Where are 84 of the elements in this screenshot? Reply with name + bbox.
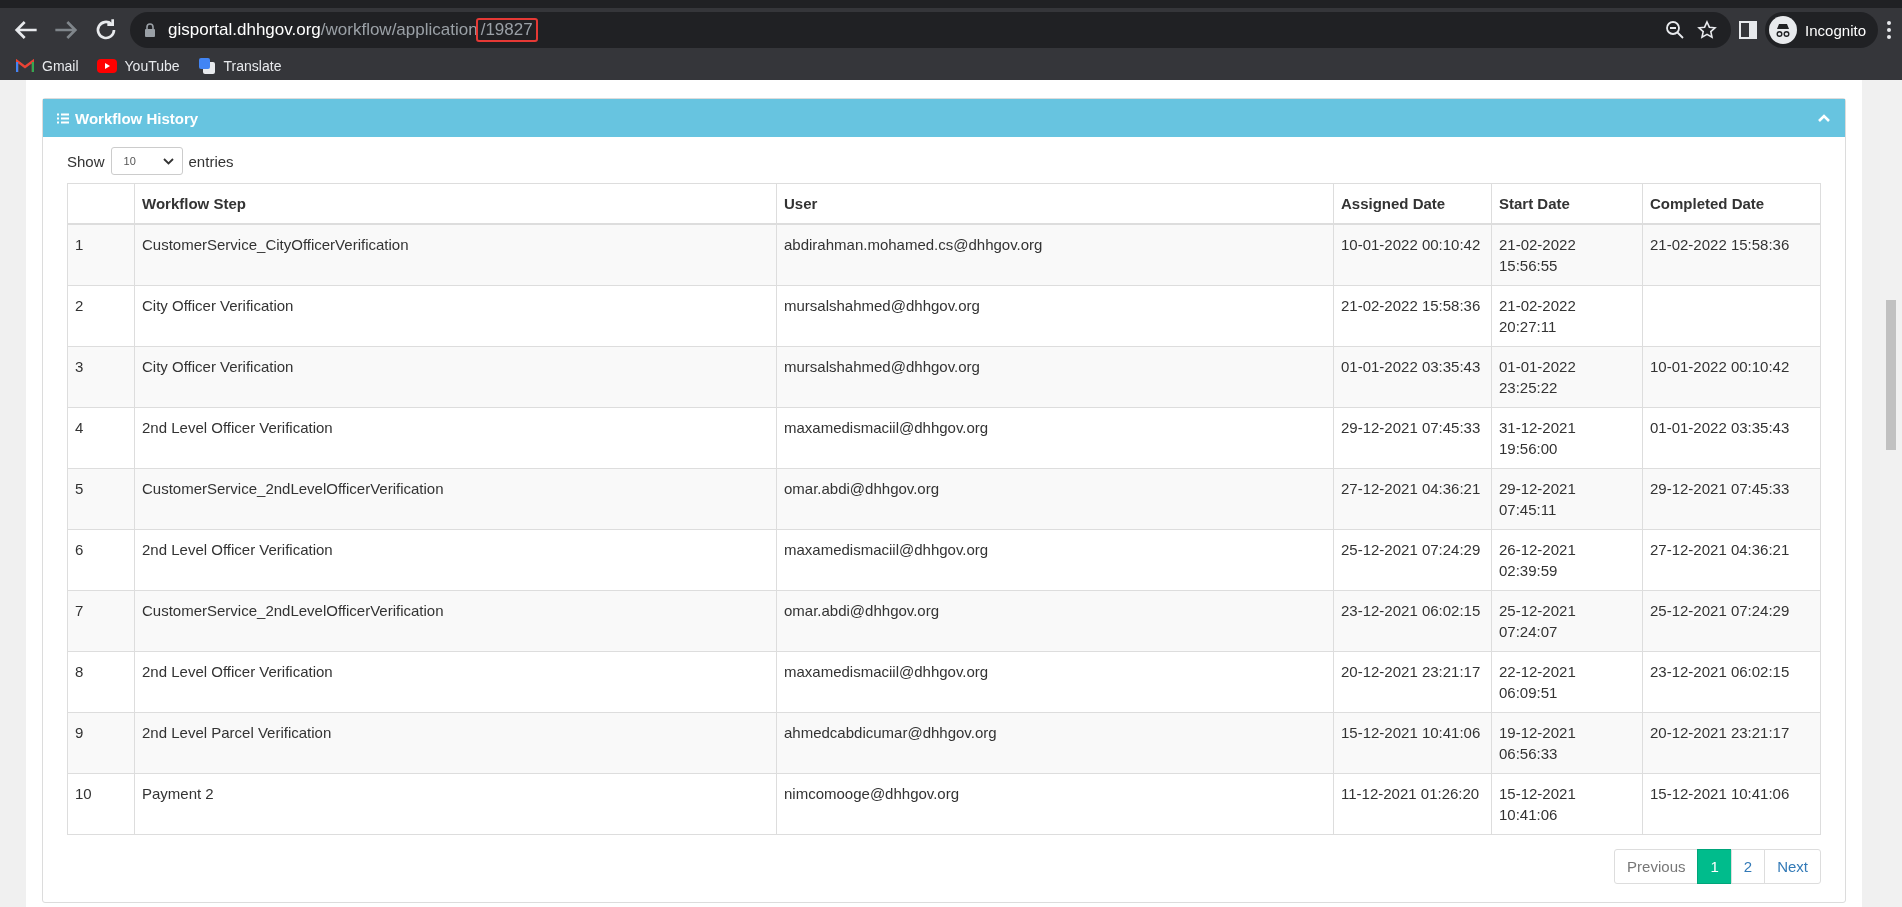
table-cell: 4 [67, 407, 135, 469]
table-cell: CustomerService_2ndLevelOfficerVerification [134, 590, 777, 652]
table-cell: 10 [67, 773, 135, 835]
show-label: Show [67, 152, 105, 170]
bookmark-link[interactable]: Gmail [42, 58, 79, 74]
zoom-out-icon[interactable] [1665, 20, 1686, 40]
entries-label: entries [188, 152, 234, 170]
list-icon [57, 112, 69, 124]
table-cell: 3 [67, 346, 135, 408]
table-cell: 31-12-2021 19:56:00 [1491, 407, 1643, 469]
table-cell: 20-12-2021 23:21:17 [1333, 651, 1492, 713]
table-cell: 27-12-2021 04:36:21 [1642, 529, 1821, 591]
incognito-icon [1769, 16, 1798, 44]
table-cell: CustomerService_2ndLevelOfficerVerification [134, 468, 777, 530]
bookmark-link[interactable]: YouTube [124, 58, 180, 74]
mail-icon [16, 59, 34, 73]
table-cell: omar.abdi@dhhgov.org [776, 468, 1334, 530]
table-cell: 29-12-2021 07:45:33 [1333, 407, 1492, 469]
translate-icon [197, 57, 216, 75]
table-cell: 2 [67, 285, 135, 347]
next-button[interactable]: Next [1764, 849, 1821, 884]
entries-select[interactable]: 10 [110, 147, 183, 175]
highlighted-url-segment: /19827 [475, 18, 538, 42]
side-panel-icon[interactable] [1739, 21, 1758, 39]
profile-button[interactable]: Incognito [1765, 12, 1878, 48]
table-cell: City Officer Verification [134, 285, 777, 347]
table-cell: 2nd Level Officer Verification [134, 407, 777, 469]
table-cell: 5 [67, 468, 135, 530]
table-cell: 15-12-2021 10:41:06 [1491, 773, 1643, 835]
table-cell: 25-12-2021 07:24:29 [1642, 590, 1821, 652]
lock-icon [144, 23, 156, 37]
star-icon[interactable] [1697, 20, 1718, 40]
table-cell: 7 [67, 590, 135, 652]
table-cell: 23-12-2021 06:02:15 [1333, 590, 1492, 652]
table-cell: 10-01-2022 00:10:42 [1642, 346, 1821, 408]
bookmark-link[interactable]: Translate [223, 58, 282, 74]
panel-title: Workflow History [75, 109, 199, 127]
table-cell: 21-02-2022 15:56:55 [1491, 224, 1643, 286]
table-cell: omar.abdi@dhhgov.org [776, 590, 1334, 652]
table-cell: ahmedcabdicumar@dhhgov.org [776, 712, 1334, 774]
table-cell: 15-12-2021 10:41:06 [1642, 773, 1821, 835]
table-cell: City Officer Verification [134, 346, 777, 408]
url-text: gisportal.dhhgov.org/workflow/application [168, 20, 478, 40]
table-cell: abdirahman.mohamed.cs@dhhgov.org [776, 224, 1334, 286]
table-cell: Payment 2 [134, 773, 777, 835]
table-cell: 2nd Level Officer Verification [134, 651, 777, 713]
table-cell: 2nd Level Officer Verification [134, 529, 777, 591]
table-cell: mursalshahmed@dhhgov.org [776, 285, 1334, 347]
table-cell: 20-12-2021 23:21:17 [1642, 712, 1821, 774]
table-cell: 8 [67, 651, 135, 713]
table-cell: maxamedismaciil@dhhgov.org [776, 529, 1334, 591]
address-bar[interactable]: gisportal.dhhgov.org/workflow/application /19827 [130, 12, 1732, 48]
table-cell: 26-12-2021 02:39:59 [1491, 529, 1643, 591]
chevron-down-icon [162, 157, 174, 165]
table-cell: 22-12-2021 06:09:51 [1491, 651, 1643, 713]
table-cell: 21-02-2022 20:27:11 [1491, 285, 1643, 347]
table-cell: 25-12-2021 07:24:29 [1333, 529, 1492, 591]
previous-button[interactable]: Previous [1614, 849, 1699, 884]
table-cell: 6 [67, 529, 135, 591]
table-cell: 2nd Level Parcel Verification [134, 712, 777, 774]
table-cell: 15-12-2021 10:41:06 [1333, 712, 1492, 774]
table-cell: 1 [67, 224, 135, 286]
play-icon [96, 59, 117, 73]
table-cell: 10-01-2022 00:10:42 [1333, 224, 1492, 286]
table-cell: 19-12-2021 06:56:33 [1491, 712, 1643, 774]
table-cell: 25-12-2021 07:24:07 [1491, 590, 1643, 652]
table-cell: maxamedismaciil@dhhgov.org [776, 407, 1334, 469]
table-cell: 01-01-2022 03:35:43 [1642, 407, 1821, 469]
scrollbar-thumb[interactable] [1886, 300, 1896, 450]
table-cell: 21-02-2022 15:58:36 [1333, 285, 1492, 347]
table-cell: 21-02-2022 15:58:36 [1642, 224, 1821, 286]
more-menu-icon[interactable] [1886, 20, 1892, 40]
table-cell: mursalshahmed@dhhgov.org [776, 346, 1334, 408]
table-cell: maxamedismaciil@dhhgov.org [776, 651, 1334, 713]
table-cell: 11-12-2021 01:26:20 [1333, 773, 1492, 835]
table-cell: 29-12-2021 07:45:11 [1491, 468, 1643, 530]
table-cell: 29-12-2021 07:45:33 [1642, 468, 1821, 530]
table-cell: 27-12-2021 04:36:21 [1333, 468, 1492, 530]
table-cell: 23-12-2021 06:02:15 [1642, 651, 1821, 713]
table-cell: 01-01-2022 23:25:22 [1491, 346, 1643, 408]
table-cell: CustomerService_CityOfficerVerification [134, 224, 777, 286]
table-cell: 01-01-2022 03:35:43 [1333, 346, 1492, 408]
table-cell: nimcomooge@dhhgov.org [776, 773, 1334, 835]
table-cell: 9 [67, 712, 135, 774]
